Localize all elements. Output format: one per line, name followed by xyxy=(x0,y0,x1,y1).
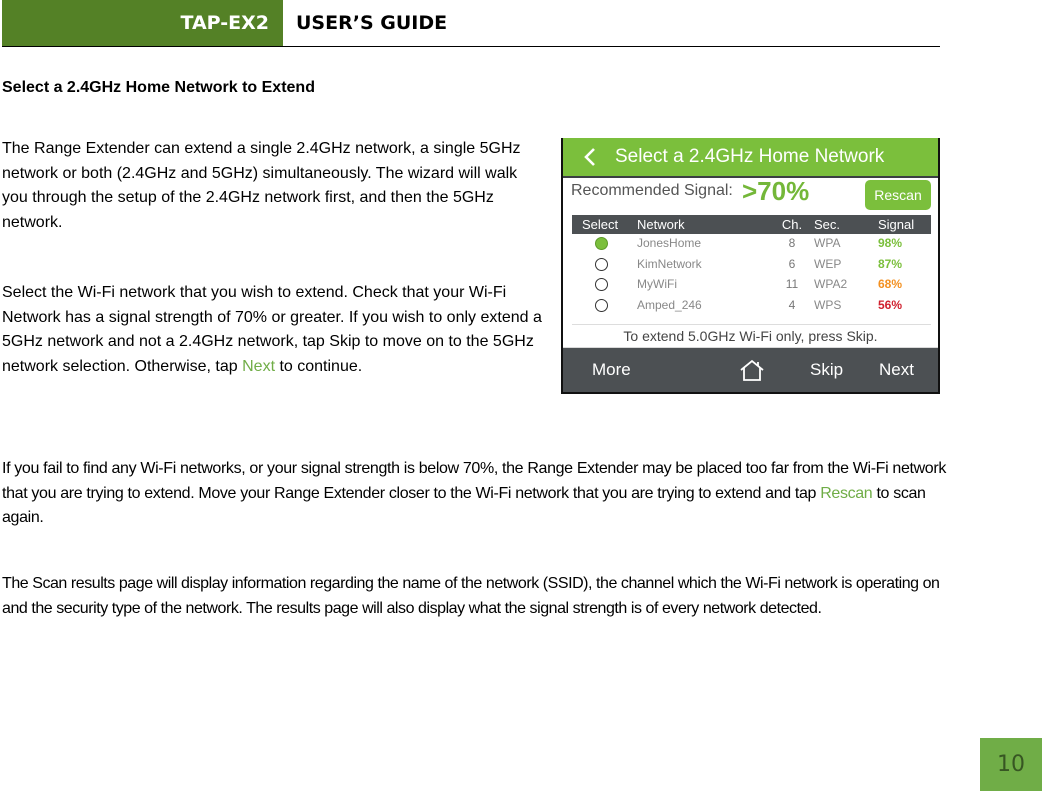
next-keyword: Next xyxy=(242,357,276,375)
page-number: 10 xyxy=(980,738,1042,791)
network-channel: 8 xyxy=(788,236,796,250)
rescan-keyword: Rescan xyxy=(820,484,873,502)
network-name: MyWiFi xyxy=(637,277,677,291)
select-radio[interactable] xyxy=(595,278,608,291)
paragraph-text: to continue. xyxy=(275,357,363,375)
paragraph-scan-results: The Scan results page will display infor… xyxy=(2,575,940,617)
product-name-banner: TAP-EX2 xyxy=(2,0,283,46)
network-signal: 56% xyxy=(878,297,903,312)
paragraph-intro: The Range Extender can extend a single 2… xyxy=(2,140,521,231)
paragraph-rescan: If you fail to find any Wi-Fi networks, … xyxy=(2,457,947,531)
network-row[interactable]: JonesHome 8 WPA 98% xyxy=(572,234,931,255)
network-row[interactable]: KimNetwork 6 WEP 87% xyxy=(572,255,931,276)
network-name: Amped_246 xyxy=(637,297,702,312)
device-footer-bar: More Skip Next xyxy=(563,347,938,392)
device-title-bar: Select a 2.4GHz Home Network xyxy=(563,138,938,178)
more-button[interactable]: More xyxy=(592,348,631,392)
skip-hint: To extend 5.0GHz Wi-Fi only, press Skip. xyxy=(623,328,878,344)
network-signal: 68% xyxy=(878,277,903,291)
device-title: Select a 2.4GHz Home Network xyxy=(615,146,885,167)
guide-title: USER’S GUIDE xyxy=(296,12,448,34)
network-channel: 11 xyxy=(785,277,799,291)
column-header-select: Select xyxy=(582,217,619,232)
network-name: KimNetwork xyxy=(637,256,702,271)
rescan-button[interactable]: Rescan xyxy=(865,180,931,210)
network-row[interactable]: MyWiFi 11 WPA2 68% xyxy=(572,275,931,296)
column-header-channel: Ch. xyxy=(781,217,803,232)
network-name: JonesHome xyxy=(637,236,702,250)
table-header: Select Network Ch. Sec. Signal xyxy=(572,215,931,234)
product-name: TAP-EX2 xyxy=(180,12,269,34)
network-signal: 87% xyxy=(878,256,903,271)
hint-divider xyxy=(572,324,931,325)
paragraph-text: If you fail to find any Wi-Fi networks, … xyxy=(2,460,946,502)
next-button[interactable]: Next xyxy=(879,348,914,392)
section-heading: Select a 2.4GHz Home Network to Extend xyxy=(2,79,315,96)
network-signal: 98% xyxy=(878,236,903,250)
select-radio[interactable] xyxy=(595,298,608,312)
skip-button[interactable]: Skip xyxy=(810,348,843,392)
network-security: WPA xyxy=(814,236,841,250)
chevron-left-icon[interactable] xyxy=(581,148,599,166)
column-header-security: Sec. xyxy=(814,217,841,232)
paragraph-select-network: Select the Wi-Fi network that you wish t… xyxy=(2,281,542,379)
select-radio[interactable] xyxy=(595,237,608,250)
recommended-signal-label: Recommended Signal: xyxy=(571,182,733,199)
network-security: WEP xyxy=(814,256,842,271)
home-icon[interactable] xyxy=(739,359,765,381)
network-row[interactable]: Amped_246 4 WPS 56% xyxy=(572,296,931,317)
header-divider xyxy=(2,46,940,47)
network-security: WPA2 xyxy=(814,277,848,291)
device-screenshot: Select a 2.4GHz Home Network Recommended… xyxy=(561,138,940,394)
network-channel: 6 xyxy=(788,256,796,271)
column-header-signal: Signal xyxy=(878,217,915,232)
network-channel: 4 xyxy=(788,297,796,312)
recommended-signal-value: >70% xyxy=(742,176,810,206)
column-header-network: Network xyxy=(637,217,685,232)
network-table: Select Network Ch. Sec. Signal JonesHome… xyxy=(572,215,931,316)
network-security: WPS xyxy=(814,297,842,312)
select-radio[interactable] xyxy=(595,257,608,271)
